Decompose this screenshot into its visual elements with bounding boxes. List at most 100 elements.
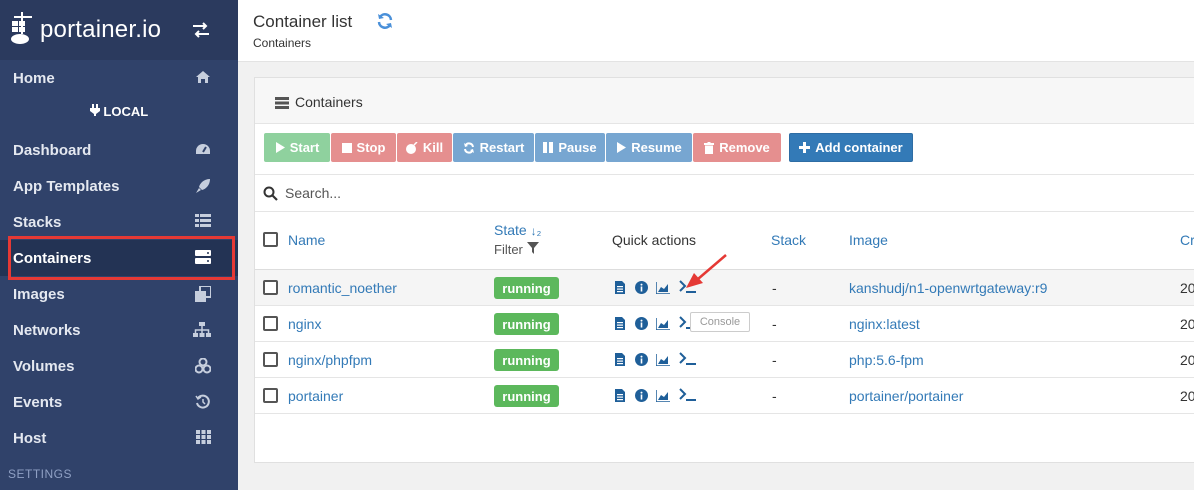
stack-value: - <box>772 280 777 296</box>
row-checkbox[interactable] <box>263 280 278 295</box>
stats-icon[interactable] <box>655 353 670 371</box>
refresh-icon[interactable] <box>376 12 394 35</box>
info-icon[interactable] <box>635 317 648 335</box>
state-filter-button[interactable]: Filter <box>494 242 539 257</box>
stack-value: - <box>772 316 777 332</box>
remove-button[interactable]: Remove <box>693 133 781 162</box>
created-value: 20 <box>1180 316 1194 332</box>
add-container-button[interactable]: Add container <box>789 133 913 162</box>
sort-icon: ↓₂ <box>530 224 542 238</box>
created-value: 20 <box>1180 352 1194 368</box>
portainer-logo-icon <box>10 11 36 50</box>
refresh-icon <box>463 141 474 154</box>
sidebar-item-images[interactable]: Images <box>0 276 238 312</box>
table-row: portainer running - portainer/portainer … <box>255 378 1194 414</box>
start-button[interactable]: Start <box>264 133 330 162</box>
stop-icon <box>341 142 352 153</box>
sidebar-toggle-icon[interactable] <box>192 22 210 43</box>
cubes-icon <box>194 357 212 378</box>
info-icon[interactable] <box>635 281 648 299</box>
widget-title: Containers <box>295 94 363 110</box>
logs-icon[interactable] <box>615 281 625 299</box>
stack-value: - <box>772 352 777 368</box>
th-list-icon <box>195 214 211 232</box>
sidebar-item-label: Containers <box>13 249 92 267</box>
created-value: 20 <box>1180 388 1194 404</box>
created-value: 20 <box>1180 280 1194 296</box>
logs-icon[interactable] <box>615 389 625 407</box>
th-icon <box>196 430 211 448</box>
sidebar-item-label: Events <box>13 393 63 411</box>
container-name-link[interactable]: nginx/phpfpm <box>288 352 372 368</box>
image-link[interactable]: portainer/portainer <box>849 388 963 404</box>
sitemap-icon <box>193 322 211 342</box>
image-link[interactable]: kanshudj/n1-openwrtgateway:r9 <box>849 280 1047 296</box>
pause-button[interactable]: Pause <box>535 133 605 162</box>
row-checkbox[interactable] <box>263 388 278 403</box>
plug-icon <box>89 104 104 119</box>
kill-button[interactable]: Kill <box>397 133 452 162</box>
resume-button[interactable]: Resume <box>606 133 692 162</box>
image-link[interactable]: nginx:latest <box>849 316 920 332</box>
sidebar-item-networks[interactable]: Networks <box>0 312 238 348</box>
column-header-name[interactable]: Name <box>288 232 325 248</box>
history-icon <box>195 394 211 414</box>
server-icon <box>195 250 211 268</box>
sidebar-item-app-templates[interactable]: App Templates <box>0 168 238 204</box>
page-title: Container list <box>253 12 353 31</box>
brand[interactable]: portainer.io <box>0 0 238 60</box>
console-icon[interactable] <box>679 352 697 371</box>
breadcrumb: Containers <box>253 36 312 50</box>
filter-icon <box>526 242 539 257</box>
logs-icon[interactable] <box>615 353 625 371</box>
endpoint-label: LOCAL <box>0 104 238 119</box>
stats-icon[interactable] <box>655 317 670 335</box>
sidebar-item-dashboard[interactable]: Dashboard <box>0 132 238 168</box>
info-icon[interactable] <box>635 389 648 407</box>
sidebar-item-home[interactable]: Home <box>0 60 238 96</box>
stack-value: - <box>772 388 777 404</box>
status-badge: running <box>494 313 559 335</box>
sidebar-item-label: Networks <box>13 321 81 339</box>
column-header-image[interactable]: Image <box>849 232 888 248</box>
sidebar-item-volumes[interactable]: Volumes <box>0 348 238 384</box>
widget-header: Containers <box>255 78 1194 124</box>
select-all-checkbox[interactable] <box>263 232 278 247</box>
search-input[interactable] <box>285 180 785 206</box>
column-header-stack[interactable]: Stack <box>771 232 806 248</box>
search-icon <box>263 186 278 206</box>
search-bar <box>255 174 1194 212</box>
restart-button[interactable]: Restart <box>453 133 534 162</box>
image-link[interactable]: php:5.6-fpm <box>849 352 924 368</box>
container-name-link[interactable]: portainer <box>288 388 343 404</box>
sidebar: portainer.io Home LOCAL Dashboard App Te… <box>0 0 238 490</box>
play-icon <box>275 142 285 153</box>
sidebar-item-stacks[interactable]: Stacks <box>0 204 238 240</box>
sidebar-item-host[interactable]: Host <box>0 420 238 456</box>
stats-icon[interactable] <box>655 281 670 299</box>
column-header-state[interactable]: State ↓₂ <box>494 222 541 238</box>
logs-icon[interactable] <box>615 317 625 335</box>
rocket-icon <box>195 178 211 198</box>
bomb-icon <box>405 141 418 154</box>
sidebar-item-label: Stacks <box>13 213 62 231</box>
container-name-link[interactable]: romantic_noether <box>288 280 397 296</box>
stats-icon[interactable] <box>655 389 670 407</box>
row-checkbox[interactable] <box>263 352 278 367</box>
pause-icon <box>543 142 554 153</box>
sidebar-item-containers[interactable]: Containers <box>0 240 238 276</box>
sidebar-item-events[interactable]: Events <box>0 384 238 420</box>
row-checkbox[interactable] <box>263 316 278 331</box>
info-icon[interactable] <box>635 353 648 371</box>
stop-button[interactable]: Stop <box>331 133 396 162</box>
column-header-quick-actions: Quick actions <box>612 232 697 248</box>
home-icon <box>195 70 211 88</box>
page-header: Container list Containers <box>238 0 1194 62</box>
container-name-link[interactable]: nginx <box>288 316 321 332</box>
console-icon[interactable] <box>679 388 697 407</box>
console-tooltip: Console <box>690 312 750 332</box>
sidebar-item-label: Volumes <box>13 357 75 375</box>
tachometer-icon <box>195 142 211 160</box>
server-icon <box>275 96 289 114</box>
column-header-created[interactable]: Cr <box>1180 232 1194 248</box>
